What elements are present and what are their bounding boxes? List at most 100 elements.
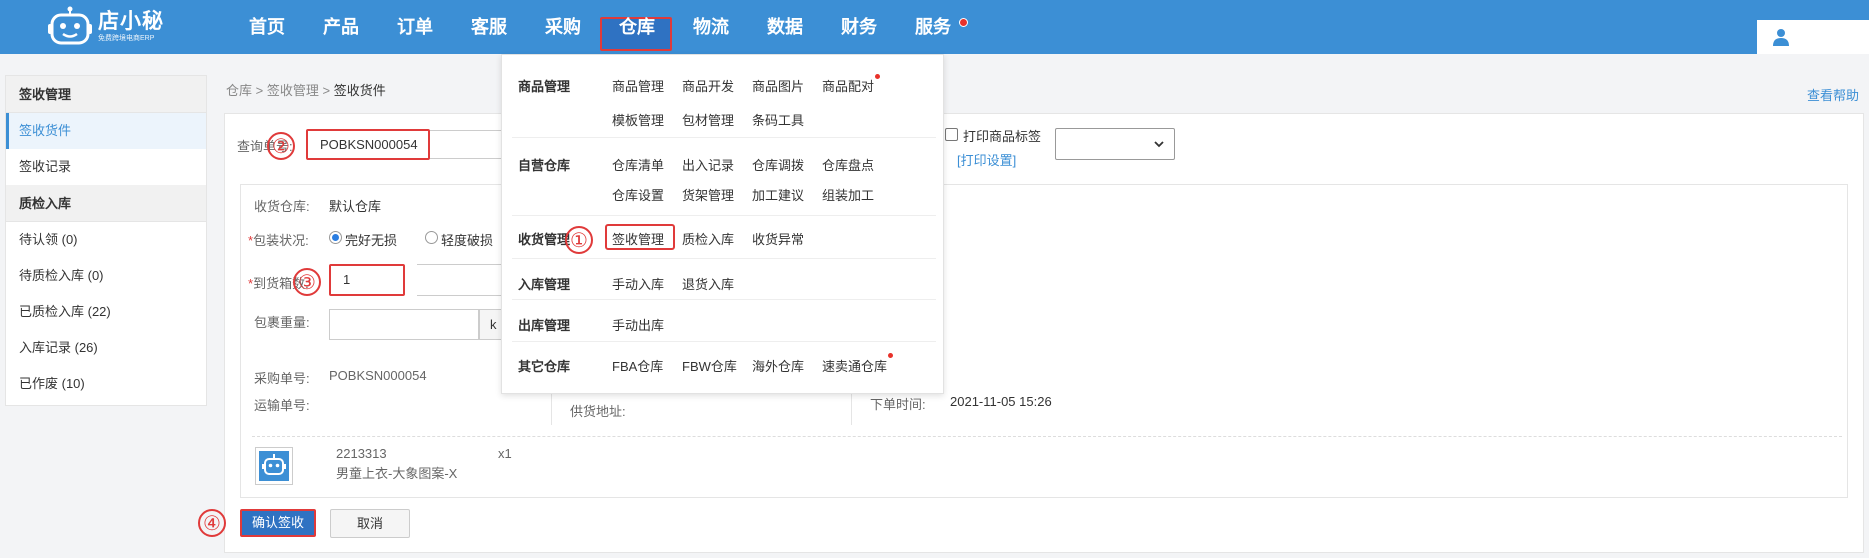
step-marker-1: ① <box>565 226 593 254</box>
dd-link-fba[interactable]: FBA仓库 <box>612 356 663 375</box>
query-input[interactable]: POBKSN000054 <box>306 129 430 160</box>
print-settings-label: 打印设置 <box>960 153 1013 168</box>
sidebar-item-receive-records[interactable]: 签收记录 <box>6 149 206 185</box>
pack-damaged-radio[interactable] <box>425 231 438 244</box>
dd-link-shelf[interactable]: 货架管理 <box>682 185 734 204</box>
new-dot <box>888 353 893 358</box>
sidebar-group-receiving: 签收管理 <box>6 76 206 113</box>
dd-separator <box>512 341 936 342</box>
query-input-extension[interactable] <box>430 130 504 159</box>
dd-link-transfer[interactable]: 仓库调拨 <box>752 155 804 174</box>
nav-purchase[interactable]: 采购 <box>526 0 600 54</box>
sidebar-item-pending-claim[interactable]: 待认领 (0) <box>6 222 206 258</box>
dd-link-manual-inbound[interactable]: 手动入库 <box>612 274 664 293</box>
print-label-text: 打印商品标签 <box>963 129 1042 144</box>
top-navigation-bar: 店小秘 免费跨境电商ERP 首页 产品 订单 客服 采购 仓库 物流 数据 财务… <box>0 0 1869 54</box>
user-menu[interactable] <box>1757 20 1869 54</box>
dd-head-receiving: 收货管理 <box>518 232 571 247</box>
dd-link-template[interactable]: 模板管理 <box>612 110 664 129</box>
breadcrumb-receiving[interactable]: 签收管理 <box>267 83 319 98</box>
help-link[interactable]: 查看帮助 <box>1807 85 1859 104</box>
nav-logistics[interactable]: 物流 <box>674 0 748 54</box>
product-thumbnail[interactable] <box>255 447 293 485</box>
dd-head-own-warehouse: 自营仓库 <box>518 158 571 173</box>
step-marker-4: ④ <box>198 509 226 537</box>
item-sku: 2213313 <box>336 446 387 461</box>
pack-status-label: *包装状况: <box>248 230 309 249</box>
weight-input[interactable] <box>329 309 479 340</box>
logo-text: 店小秘 免费跨境电商ERP <box>98 10 164 43</box>
product-thumbnail-bg <box>259 451 289 481</box>
nav-orders[interactable]: 订单 <box>378 0 452 54</box>
sidebar-item-qc-done[interactable]: 已质检入库 (22) <box>6 294 206 330</box>
nav-finance[interactable]: 财务 <box>822 0 896 54</box>
warehouse-dropdown-menu: 商品管理 商品管理 商品开发 商品图片 商品配对 模板管理 包材管理 条码工具 … <box>501 54 944 394</box>
breadcrumb-warehouse[interactable]: 仓库 <box>226 83 252 98</box>
sidebar-item-receive-shipment[interactable]: 签收货件 <box>6 113 206 149</box>
nav-purchase-label: 采购 <box>545 17 581 37</box>
dd-link-receive-manage[interactable]: 签收管理 <box>612 229 664 248</box>
pack-intact-label: 完好无损 <box>345 233 398 248</box>
cancel-button[interactable]: 取消 <box>330 509 410 538</box>
dd-link-stocktake[interactable]: 仓库盘点 <box>822 155 874 174</box>
dd-separator <box>512 258 936 259</box>
pack-damaged-label: 轻度破损 <box>441 233 494 248</box>
sidebar-item-pending-qc[interactable]: 待质检入库 (0) <box>6 258 206 294</box>
dd-link-barcode[interactable]: 条码工具 <box>752 110 804 129</box>
nav-logistics-label: 物流 <box>693 17 729 37</box>
breadcrumb-sep: > <box>255 83 264 98</box>
dd-link-fbw[interactable]: FBW仓库 <box>682 356 737 375</box>
nav-home-label: 首页 <box>249 17 285 37</box>
dd-link-inout-records[interactable]: 出入记录 <box>682 155 734 174</box>
dd-link-overseas[interactable]: 海外仓库 <box>752 356 804 375</box>
print-label-checkbox[interactable] <box>945 128 958 141</box>
dd-separator <box>512 137 936 138</box>
nav-home[interactable]: 首页 <box>230 0 304 54</box>
printer-select[interactable] <box>1055 128 1175 160</box>
box-count-input[interactable]: 1 <box>329 264 405 296</box>
dd-link-receive-exception[interactable]: 收货异常 <box>752 229 804 248</box>
nav-customer-service[interactable]: 客服 <box>452 0 526 54</box>
pack-status-label-text: 包装状况: <box>253 233 309 248</box>
dd-link-warehouse-list[interactable]: 仓库清单 <box>612 155 664 174</box>
nav-customer-service-label: 客服 <box>471 17 507 37</box>
dd-link-aliexpress[interactable]: 速卖通仓库 <box>822 356 887 375</box>
column-divider <box>851 393 852 425</box>
logo[interactable]: 店小秘 免费跨境电商ERP <box>48 2 188 50</box>
chevron-down-icon <box>1154 141 1164 148</box>
item-name: 男童上衣-大象图案-X <box>336 466 458 481</box>
dd-separator <box>512 299 936 300</box>
dd-head-product: 商品管理 <box>518 79 571 94</box>
po-label: 采购单号: <box>254 371 310 386</box>
user-icon <box>1773 29 1789 46</box>
nav-service[interactable]: 服务 <box>896 0 970 54</box>
dd-link-warehouse-settings[interactable]: 仓库设置 <box>612 185 664 204</box>
dd-link-product-images[interactable]: 商品图片 <box>752 76 804 95</box>
dd-link-assembly[interactable]: 组装加工 <box>822 185 874 204</box>
box-count-input-extension[interactable] <box>417 264 503 296</box>
sidebar-item-inbound-records[interactable]: 入库记录 (26) <box>6 330 206 366</box>
breadcrumb-current: 签收货件 <box>333 83 386 98</box>
print-settings-link[interactable]: [打印设置] <box>957 150 1016 169</box>
dd-link-manual-outbound[interactable]: 手动出库 <box>612 315 664 334</box>
order-time-value: 2021-11-05 15:26 <box>950 394 1052 409</box>
dd-link-product-pairing[interactable]: 商品配对 <box>822 76 874 95</box>
dd-link-qc-inbound[interactable]: 质检入库 <box>682 229 734 248</box>
sidebar-item-voided[interactable]: 已作废 (10) <box>6 366 206 402</box>
nav-products[interactable]: 产品 <box>304 0 378 54</box>
order-time-label: 下单时间: <box>870 397 926 412</box>
dd-link-product-manage[interactable]: 商品管理 <box>612 76 664 95</box>
dd-link-processing-advice[interactable]: 加工建议 <box>752 185 804 204</box>
nav-warehouse[interactable]: 仓库 <box>600 0 674 54</box>
dd-head-outbound: 出库管理 <box>518 318 571 333</box>
confirm-receipt-button[interactable]: 确认签收 <box>240 509 316 537</box>
column-divider <box>551 393 552 425</box>
dd-link-product-dev[interactable]: 商品开发 <box>682 76 734 95</box>
nav-data[interactable]: 数据 <box>748 0 822 54</box>
nav-data-label: 数据 <box>767 17 803 37</box>
dd-link-return-inbound[interactable]: 退货入库 <box>682 274 734 293</box>
pack-intact-radio[interactable] <box>329 231 342 244</box>
dd-link-packaging[interactable]: 包材管理 <box>682 110 734 129</box>
nav-orders-label: 订单 <box>397 17 433 37</box>
logo-tagline: 免费跨境电商ERP <box>98 34 155 42</box>
